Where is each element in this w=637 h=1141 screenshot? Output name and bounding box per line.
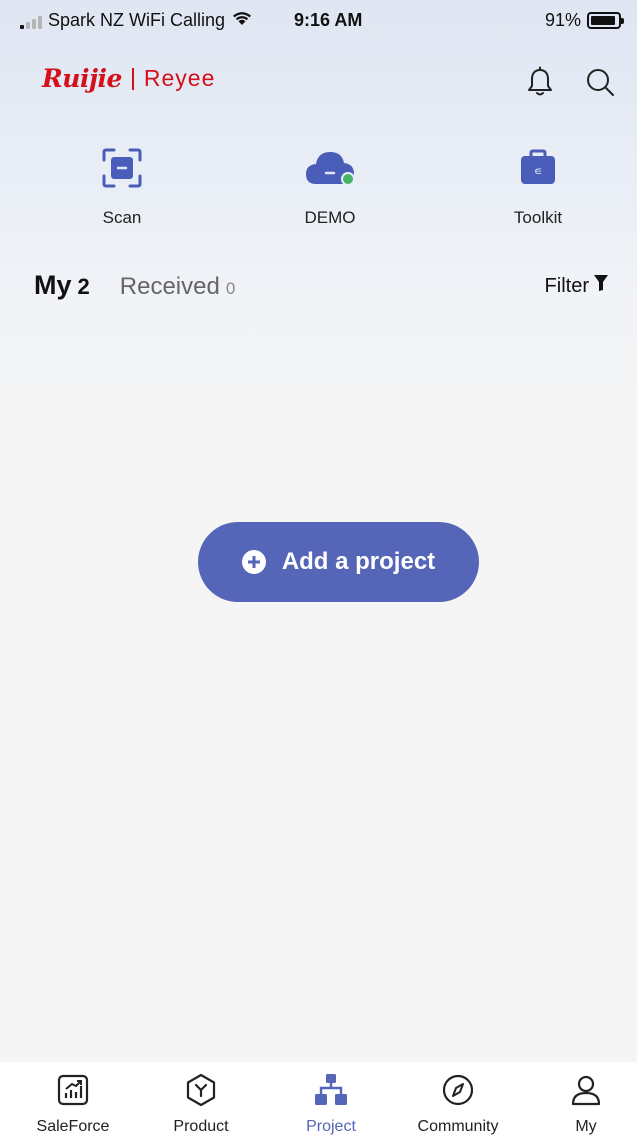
bell-icon[interactable] — [520, 62, 560, 102]
add-project-label: Add a project — [281, 548, 436, 575]
signal-icon — [20, 13, 42, 29]
add-project-button[interactable]: Add a project — [198, 522, 479, 602]
nav-product-label: Product — [173, 1118, 229, 1135]
plus-circle-icon — [241, 550, 266, 574]
tab-received[interactable]: Received 0 — [120, 273, 236, 301]
logo-brand: Ruijie — [42, 64, 122, 93]
status-time: 9:16 AM — [294, 10, 363, 30]
toolkit-button[interactable]: ∊ Toolkit — [478, 140, 598, 228]
battery-percent: 91% — [544, 10, 581, 30]
carrier-label: Spark NZ WiFi Calling — [48, 10, 226, 30]
user-icon — [531, 1070, 637, 1110]
search-icon[interactable] — [580, 62, 620, 102]
scan-icon — [62, 140, 182, 196]
tab-received-count: 0 — [225, 279, 236, 298]
tab-my-count: 2 — [77, 274, 90, 299]
chart-icon — [18, 1070, 128, 1110]
battery-level — [591, 16, 615, 25]
nav-saleforce[interactable]: SaleForce — [18, 1070, 128, 1136]
bottom-nav: SaleForce Product Project Community My — [0, 1062, 637, 1141]
demo-label: DEMO — [304, 208, 356, 227]
toolkit-icon: ∊ — [478, 140, 598, 196]
wifi-icon — [231, 10, 253, 31]
compass-icon — [403, 1070, 513, 1110]
tab-received-label: Received — [119, 273, 220, 300]
svg-text:∊: ∊ — [534, 164, 543, 178]
nav-product[interactable]: Product — [146, 1070, 256, 1136]
scan-button[interactable]: Scan — [62, 140, 182, 228]
project-tabs: My 2 Received 0 — [34, 270, 235, 301]
nav-my-label: My — [575, 1118, 597, 1135]
app-logo: Ruijie Reyee — [42, 64, 215, 93]
cloud-icon — [270, 140, 390, 196]
filter-button[interactable]: Filter — [545, 274, 609, 298]
battery-icon — [587, 12, 624, 29]
tab-my-label: My — [34, 270, 72, 300]
nav-my[interactable]: My — [531, 1070, 637, 1136]
product-icon — [146, 1070, 256, 1110]
logo-divider — [131, 67, 134, 90]
nav-saleforce-label: SaleForce — [36, 1118, 110, 1135]
filter-label: Filter — [544, 274, 589, 297]
nav-community-label: Community — [417, 1118, 499, 1135]
logo-sub-brand: Reyee — [143, 65, 216, 91]
status-bar: Spark NZ WiFi Calling 9:16 AM 91% — [0, 0, 637, 42]
network-icon — [276, 1070, 386, 1110]
project-list-area — [0, 386, 637, 1062]
filter-icon — [593, 274, 609, 298]
demo-button[interactable]: DEMO — [270, 140, 390, 228]
nav-project-label: Project — [306, 1118, 356, 1135]
tab-my[interactable]: My 2 — [34, 270, 90, 301]
scan-label: Scan — [102, 208, 142, 227]
toolkit-label: Toolkit — [513, 208, 563, 227]
nav-project[interactable]: Project — [276, 1070, 386, 1136]
nav-community[interactable]: Community — [403, 1070, 513, 1136]
